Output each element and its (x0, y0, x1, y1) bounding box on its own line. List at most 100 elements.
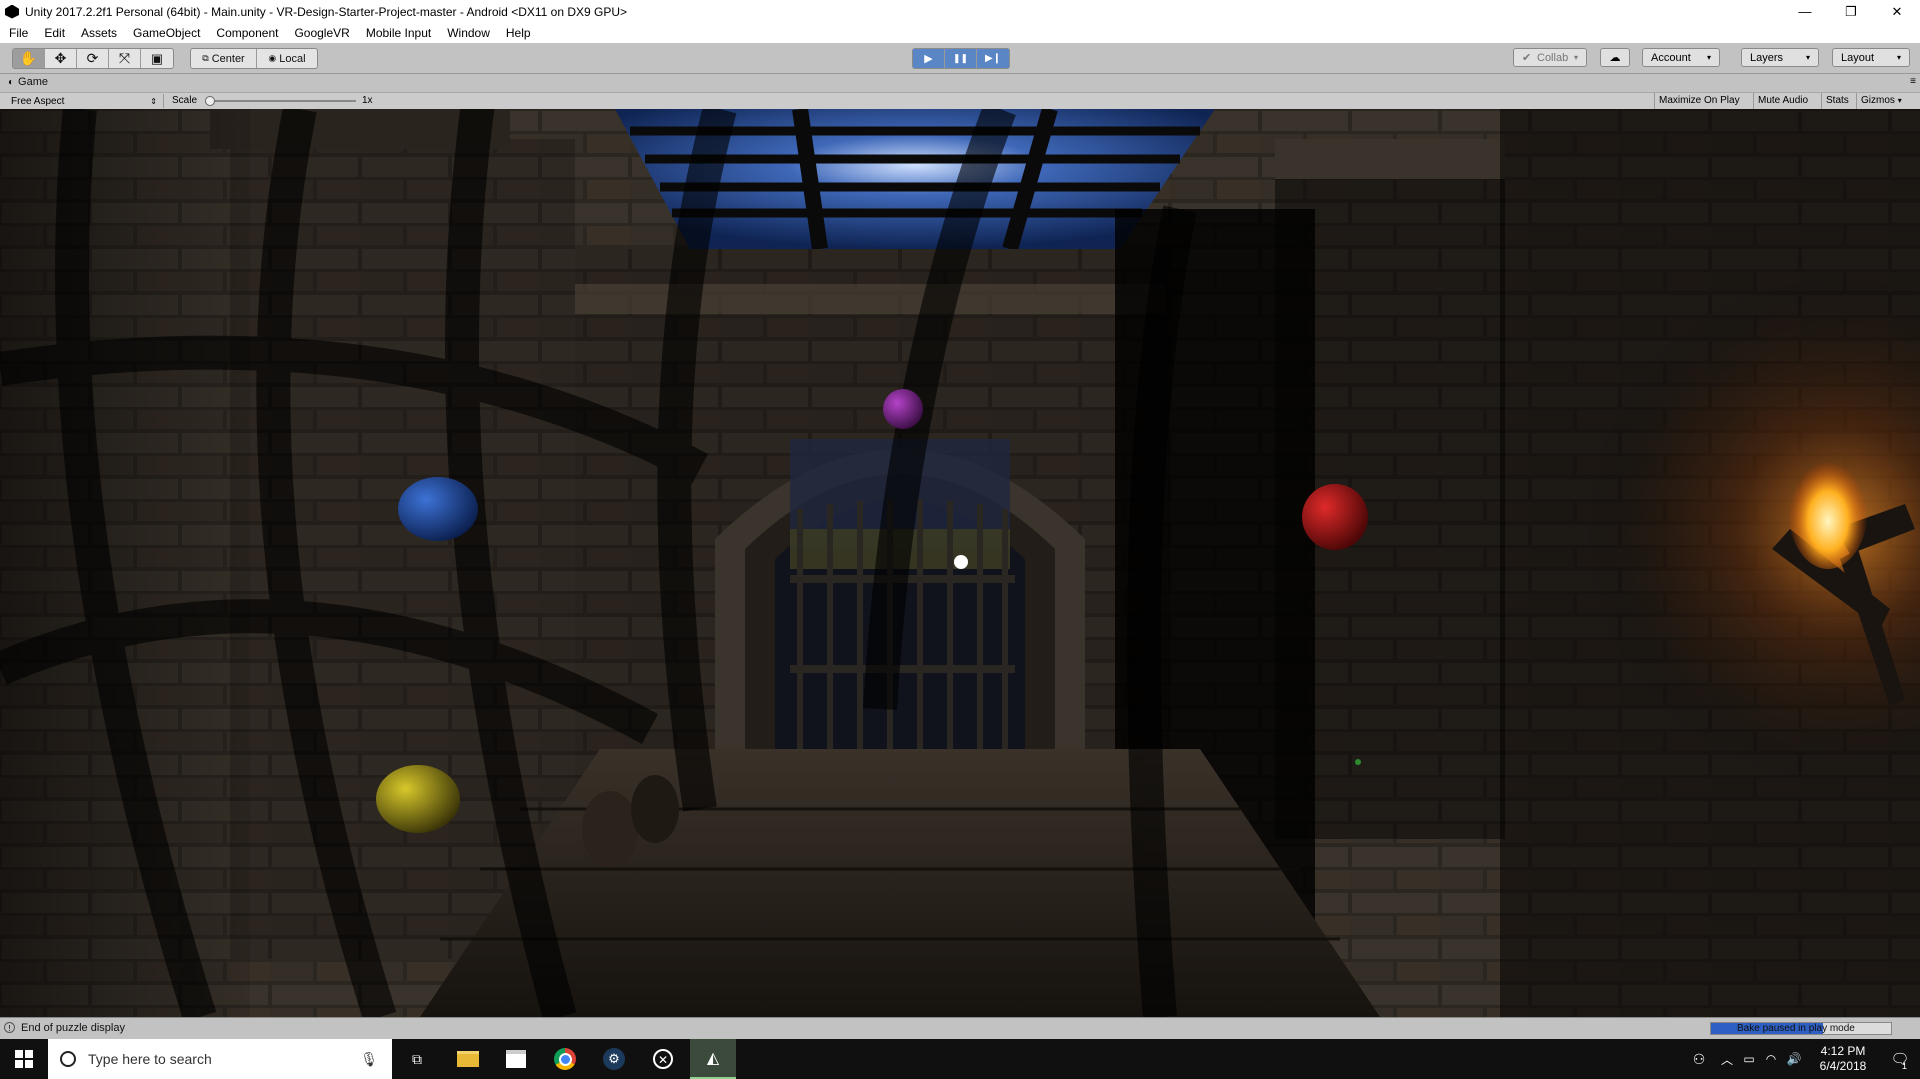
menu-component[interactable]: Component (207, 26, 285, 40)
move-icon: ✥ (54, 50, 67, 66)
scale-tool-button[interactable]: ⤧ (109, 49, 141, 68)
menu-window[interactable]: Window (438, 26, 497, 40)
pivot-toggles: ⧉ Center ◉ Local (190, 48, 318, 69)
start-button[interactable] (0, 1039, 48, 1079)
game-viewport[interactable] (0, 109, 1920, 1017)
red-puzzle-sphere[interactable] (1302, 484, 1368, 550)
unity-icon: ◭ (706, 1050, 720, 1067)
play-button[interactable]: ▶ (913, 49, 945, 68)
mute-audio-toggle[interactable]: Mute Audio (1753, 93, 1812, 109)
menu-edit[interactable]: Edit (35, 26, 72, 40)
yellow-puzzle-sphere[interactable] (376, 765, 460, 833)
collab-dropdown[interactable]: ✔ Collab ▾ (1513, 48, 1587, 67)
cloud-button[interactable]: ☁ (1600, 48, 1630, 67)
unity-app[interactable]: ◭ (690, 1039, 736, 1079)
clock-time: 4:12 PM (1820, 1044, 1866, 1058)
scale-slider[interactable] (205, 96, 356, 106)
maximize-on-play-toggle[interactable]: Maximize On Play (1654, 93, 1744, 109)
layers-dropdown[interactable]: Layers ▾ (1741, 48, 1819, 67)
main-toolbar: ✋ ✥ ⟳ ⤧ ▣ ⧉ Center ◉ Local ▶ ❚❚ ▶❙ ✔ Col… (0, 43, 1920, 74)
wifi-icon[interactable]: ◠ (1760, 1052, 1782, 1066)
task-view-icon: ⧉ (412, 1050, 422, 1067)
windows-logo-icon (15, 1050, 33, 1068)
blue-puzzle-sphere[interactable] (398, 477, 478, 541)
layout-dropdown[interactable]: Layout ▾ (1832, 48, 1910, 67)
chevron-down-icon: ▾ (1805, 53, 1810, 62)
menu-help[interactable]: Help (497, 26, 538, 40)
panel-menu-icon[interactable]: ≡ (1910, 76, 1916, 87)
scale-label: Scale (172, 95, 198, 106)
menu-mobile-input[interactable]: Mobile Input (357, 26, 438, 40)
show-hidden-icons-chevron-icon[interactable]: ︿ (1716, 1051, 1738, 1068)
purple-puzzle-sphere[interactable] (883, 389, 923, 429)
clock-date: 6/4/2018 (1819, 1059, 1867, 1073)
pause-button[interactable]: ❚❚ (945, 49, 977, 68)
aspect-dropdown[interactable]: Free Aspect ⇕ (2, 94, 164, 108)
cortana-circle-icon (60, 1051, 76, 1067)
game-tab-label: Game (18, 76, 49, 88)
rotate-icon: ⟳ (86, 50, 99, 66)
status-message[interactable]: End of puzzle display (21, 1022, 125, 1034)
account-dropdown[interactable]: Account ▾ (1642, 48, 1720, 67)
chevron-down-icon: ▾ (1897, 96, 1902, 105)
people-icon[interactable]: ⚇ (1682, 1051, 1716, 1068)
rect-icon: ▣ (150, 50, 164, 66)
step-button[interactable]: ▶❙ (977, 49, 1009, 68)
bake-progress: Bake paused in play mode (1710, 1022, 1892, 1035)
search-placeholder: Type here to search (88, 1051, 212, 1067)
window-title: Unity 2017.2.2f1 Personal (64bit) - Main… (25, 4, 628, 19)
rect-tool-button[interactable]: ▣ (141, 49, 173, 68)
scale-value: 1x (362, 95, 373, 106)
menu-file[interactable]: File (0, 26, 35, 40)
system-tray: ⚇ ︿ ▭ ◠ 🔊 4:12 PM 6/4/2018 🗨 1 (1682, 1039, 1920, 1079)
hand-tool-button[interactable]: ✋ (13, 49, 45, 68)
game-tab-row: ◐ Game ≡ (0, 74, 1920, 92)
layers-label: Layers (1750, 51, 1784, 64)
close-button[interactable]: ✕ (1874, 0, 1920, 23)
menu-assets[interactable]: Assets (72, 26, 124, 40)
chevron-down-icon: ▾ (1573, 53, 1578, 62)
restore-button[interactable]: ❐ (1828, 0, 1874, 23)
dungeon-scene (0, 109, 1920, 1017)
menu-bar: File Edit Assets GameObject Component Go… (0, 23, 1920, 43)
checkmark-icon: ✔ (1522, 52, 1532, 64)
xbox-icon: ✕ (653, 1049, 673, 1069)
task-view-button[interactable]: ⧉ (400, 1039, 434, 1079)
status-bar: ! End of puzzle display Bake paused in p… (0, 1017, 1920, 1040)
store-app[interactable] (494, 1039, 538, 1079)
menu-googlevr[interactable]: GoogleVR (285, 26, 356, 40)
transform-tools: ✋ ✥ ⟳ ⤧ ▣ (12, 48, 174, 69)
volume-icon[interactable]: 🔊 (1782, 1052, 1806, 1066)
stats-toggle[interactable]: Stats (1821, 93, 1853, 109)
steam-app[interactable]: ⚙ (592, 1039, 636, 1079)
rotate-tool-button[interactable]: ⟳ (77, 49, 109, 68)
chrome-app[interactable] (543, 1039, 587, 1079)
vr-reticle (954, 555, 968, 569)
game-tab[interactable]: ◐ Game (8, 76, 48, 88)
space-local-toggle[interactable]: ◉ Local (257, 49, 317, 68)
hand-icon: ✋ (19, 50, 38, 66)
pivot-center-toggle[interactable]: ⧉ Center (191, 49, 257, 68)
action-center-button[interactable]: 🗨 1 (1880, 1039, 1920, 1079)
play-icon: ▶ (924, 53, 933, 65)
layout-label: Layout (1841, 51, 1875, 64)
menu-gameobject[interactable]: GameObject (124, 26, 207, 40)
battery-icon[interactable]: ▭ (1738, 1052, 1760, 1066)
xbox-app[interactable]: ✕ (641, 1039, 685, 1079)
globe-icon: ◉ (268, 53, 277, 63)
minimize-button[interactable]: — (1782, 0, 1828, 23)
clock[interactable]: 4:12 PM 6/4/2018 (1806, 1044, 1880, 1074)
move-tool-button[interactable]: ✥ (45, 49, 77, 68)
unity-logo-icon (5, 4, 19, 19)
steam-icon: ⚙ (603, 1048, 625, 1070)
file-explorer-app[interactable] (446, 1039, 490, 1079)
gizmos-dropdown[interactable]: Gizmos ▾ (1856, 93, 1906, 109)
notification-count: 1 (1902, 1061, 1908, 1071)
store-bag-icon (506, 1050, 526, 1068)
account-label: Account (1651, 51, 1691, 64)
green-glow-dot (1355, 759, 1361, 765)
pivot-label: Center (211, 52, 245, 65)
microphone-icon[interactable]: 🎙 (360, 1051, 378, 1068)
scale-slider-thumb[interactable] (205, 96, 215, 106)
taskbar-search-box[interactable]: Type here to search 🎙 (48, 1039, 392, 1079)
